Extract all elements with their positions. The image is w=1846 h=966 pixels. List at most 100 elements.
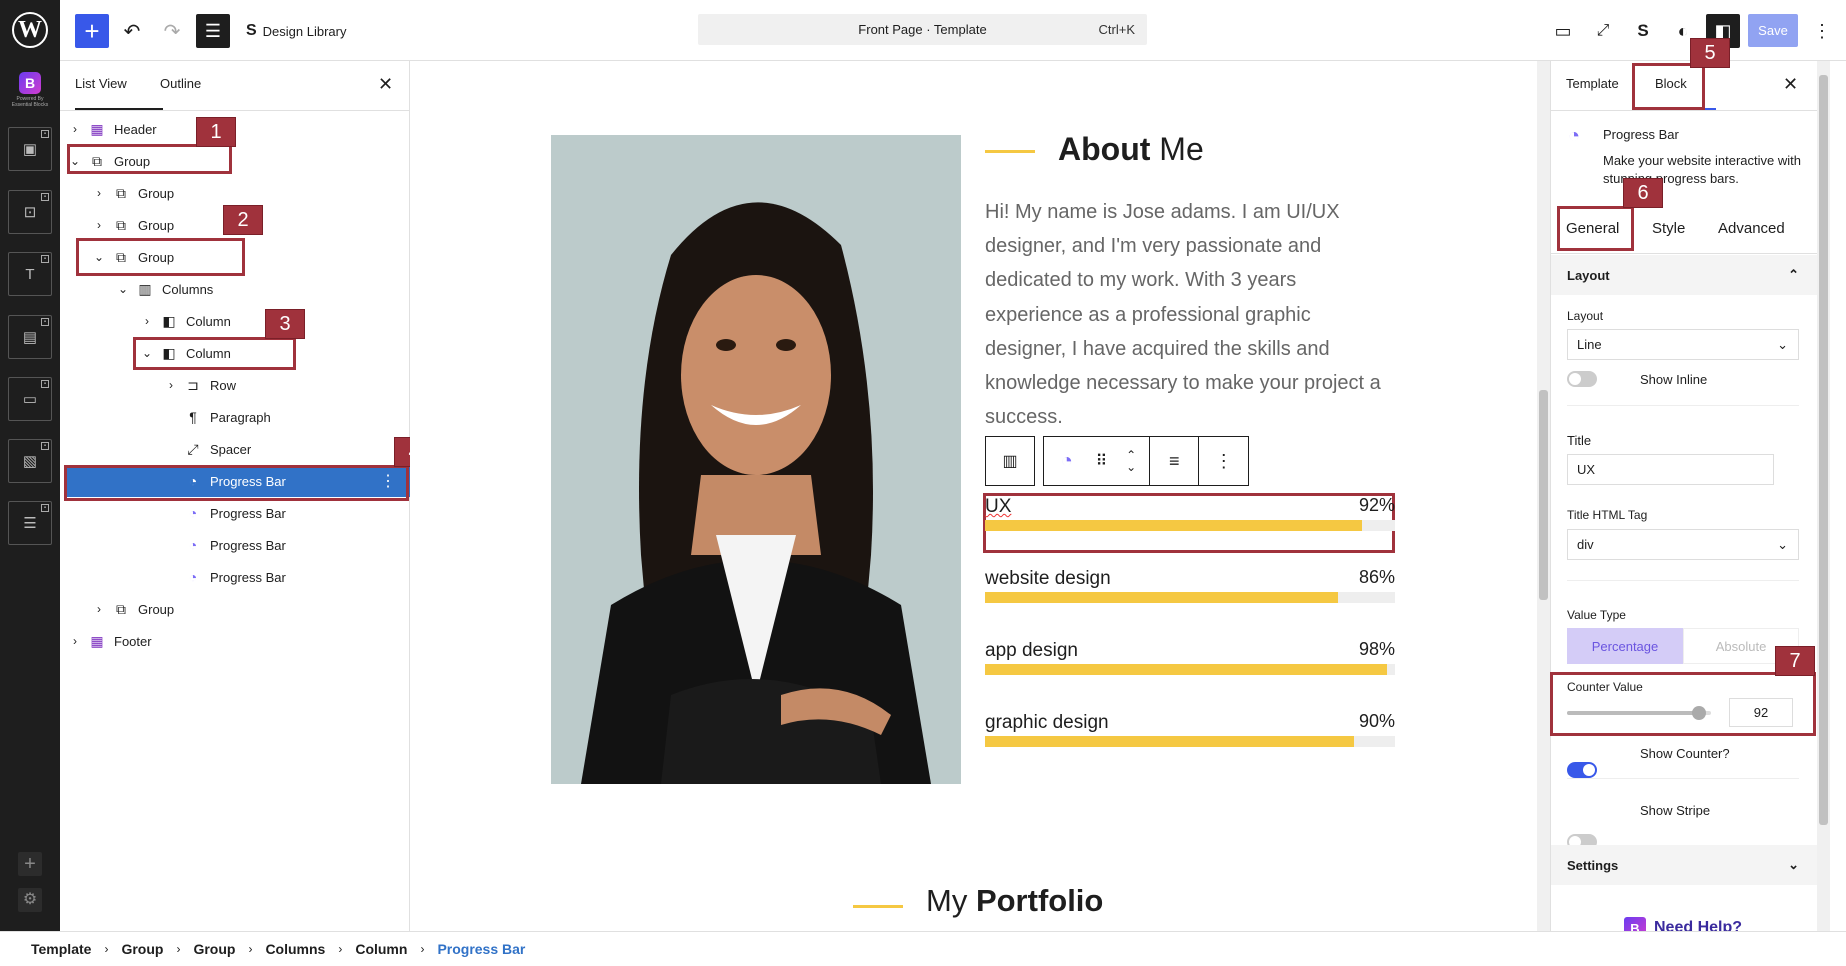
canvas-scrollbar-thumb[interactable]	[1539, 390, 1548, 600]
drag-handle-icon[interactable]: ⠿	[1090, 451, 1114, 471]
tree-item-row[interactable]: › ⊐ Row	[66, 369, 410, 401]
rail-add-icon[interactable]: +	[18, 852, 42, 876]
title-input[interactable]: UX	[1567, 454, 1774, 485]
wordpress-logo[interactable]: W	[0, 0, 60, 60]
progress-bar-track[interactable]	[985, 664, 1395, 675]
column-icon: ◧	[162, 312, 176, 329]
list-view-tree: › ▦ Header ⌄ ⧉ Group › ⧉ Group › ⧉ Group ⌄ ⧉ Group…	[66, 113, 410, 657]
tab-list-view[interactable]: List View	[75, 76, 127, 91]
breadcrumb-item[interactable]: Group	[121, 941, 163, 957]
progress-bar-track[interactable]	[985, 592, 1395, 603]
device-preview-button[interactable]: ▭	[1548, 14, 1578, 48]
design-library-button[interactable]: S Design Library	[246, 14, 347, 48]
rail-button-form-icon[interactable]: ▤ ▪	[8, 315, 52, 359]
redo-button[interactable]: ↷	[157, 14, 187, 48]
subtab-style[interactable]: Style	[1652, 220, 1685, 237]
columns-icon: ▥	[1002, 453, 1018, 470]
rail-button-list-icon[interactable]: ☰ ▪	[8, 501, 52, 545]
rail-gear-icon[interactable]: ⚙	[18, 888, 42, 912]
close-list-view-button[interactable]: ✕	[378, 74, 393, 95]
tree-item-spacer[interactable]: ⤢ Spacer	[66, 433, 410, 465]
save-button[interactable]: Save	[1748, 14, 1798, 47]
progress-bar-track[interactable]	[985, 736, 1395, 747]
tree-item-footer[interactable]: › ▦ Footer	[66, 625, 410, 657]
layout-section-header[interactable]: Layout ⌃	[1551, 255, 1819, 295]
subtab-advanced[interactable]: Advanced	[1718, 220, 1785, 237]
progress-bar-track[interactable]	[985, 520, 1395, 531]
progress-bar-value: 86%	[1358, 567, 1395, 587]
tree-item-paragraph[interactable]: ¶ Paragraph	[66, 401, 410, 433]
tree-item-group[interactable]: › ⧉ Group	[66, 593, 410, 625]
portfolio-heading[interactable]: My Portfolio	[926, 883, 1103, 919]
annotation-badge-7: 7	[1775, 646, 1815, 676]
tree-item-progress-bar[interactable]: ◔ Progress Bar	[66, 561, 410, 593]
breadcrumb-item[interactable]: Group	[193, 941, 235, 957]
tree-item-columns[interactable]: ⌄ ▥ Columns	[66, 273, 410, 305]
breadcrumb-item[interactable]: Template	[31, 941, 91, 957]
chevron-right-icon[interactable]: ›	[94, 186, 104, 200]
close-sidebar-button[interactable]: ✕	[1783, 74, 1798, 95]
fullscreen-button[interactable]: ⤢	[1588, 14, 1618, 48]
tree-item-header[interactable]: › ▦ Header	[66, 113, 410, 145]
command-palette-button[interactable]: Front Page · Template Ctrl+K	[698, 14, 1147, 45]
show-counter-toggle[interactable]	[1567, 762, 1597, 778]
about-heading[interactable]: About Me	[1058, 131, 1204, 168]
chevron-right-icon[interactable]: ›	[70, 634, 80, 648]
essential-blocks-icon: B	[19, 72, 41, 94]
progress-bar-icon: ◔	[1568, 125, 1581, 147]
parent-block-button[interactable]: ▥	[985, 436, 1035, 486]
chevron-right-icon[interactable]: ›	[166, 378, 176, 392]
tree-item-label: Paragraph	[210, 409, 271, 425]
title-tag-select[interactable]: div ⌄	[1567, 529, 1799, 560]
undo-button[interactable]: ↶	[117, 14, 147, 48]
portfolio-heading-bold: Portfolio	[975, 883, 1104, 918]
rail-button-input-icon[interactable]: ▭ ▪	[8, 377, 52, 421]
move-up-down-icon[interactable]: ⌃ ⌄	[1113, 449, 1149, 473]
annotation-box-3	[133, 337, 296, 370]
tree-item-progress-bar[interactable]: ◔ Progress Bar	[66, 529, 410, 561]
settings-section-header[interactable]: Settings ⌄	[1551, 845, 1819, 885]
more-vertical-icon[interactable]: ⋮	[1198, 437, 1248, 485]
stackable-settings-button[interactable]: S	[1628, 14, 1658, 48]
breadcrumb-item[interactable]: Column	[355, 941, 407, 957]
design-library-label: Design Library	[262, 23, 347, 39]
chevron-right-icon[interactable]: ›	[70, 122, 80, 136]
counter-value-input[interactable]: 92	[1729, 698, 1793, 727]
breadcrumb-item[interactable]: Columns	[265, 941, 325, 957]
group-icon: ⧉	[116, 216, 126, 233]
rail-button-text-frame-icon[interactable]: ⊡ ▪	[8, 190, 52, 234]
sidebar-scrollbar-thumb[interactable]	[1819, 75, 1828, 825]
progress-bar-icon[interactable]: ◔	[1044, 450, 1090, 473]
show-inline-toggle[interactable]	[1567, 371, 1597, 387]
value-type-percentage-button[interactable]: Percentage	[1567, 628, 1683, 664]
command-shortcut: Ctrl+K	[1098, 22, 1135, 37]
tab-template[interactable]: Template	[1566, 76, 1619, 91]
annotation-badge-3: 3	[265, 309, 305, 339]
rail-button-image-icon[interactable]: ▣ ▪	[8, 127, 52, 171]
document-overview-button[interactable]: ☰	[196, 14, 230, 48]
show-stripe-label: Show Stripe	[1640, 803, 1711, 818]
tab-outline[interactable]: Outline	[160, 76, 201, 91]
divider	[1567, 405, 1799, 406]
chevron-down-icon[interactable]: ⌄	[118, 282, 128, 296]
tree-item-progress-bar[interactable]: ◔ Progress Bar	[66, 497, 410, 529]
chevron-right-icon[interactable]: ›	[142, 314, 152, 328]
progress-bar-fill	[985, 520, 1363, 531]
title-input-value: UX	[1577, 462, 1596, 477]
progress-bar-label: graphic design	[985, 712, 1109, 733]
options-menu-button[interactable]: ⋮	[1808, 14, 1836, 48]
rail-button-typography-icon[interactable]: T ▪	[8, 252, 52, 296]
chevron-right-icon[interactable]: ›	[94, 602, 104, 616]
chevron-right-icon[interactable]: ›	[94, 218, 104, 232]
align-icon[interactable]: ≡	[1148, 437, 1199, 485]
annotation-badge-5: 5	[1690, 38, 1730, 68]
counter-value-slider[interactable]	[1567, 706, 1711, 720]
eb-caption: Powered By Essential Blocks	[11, 96, 49, 108]
rail-button-gallery-icon[interactable]: ▧ ▪	[8, 439, 52, 483]
show-inline-label: Show Inline	[1640, 372, 1708, 387]
tree-item-column[interactable]: › ◧ Column	[66, 305, 410, 337]
about-paragraph[interactable]: Hi! My name is Jose adams. I am UI/UX de…	[985, 195, 1395, 434]
section-title: Settings	[1567, 857, 1619, 873]
add-block-button[interactable]: +	[75, 14, 109, 48]
layout-select[interactable]: Line ⌄	[1567, 329, 1799, 360]
